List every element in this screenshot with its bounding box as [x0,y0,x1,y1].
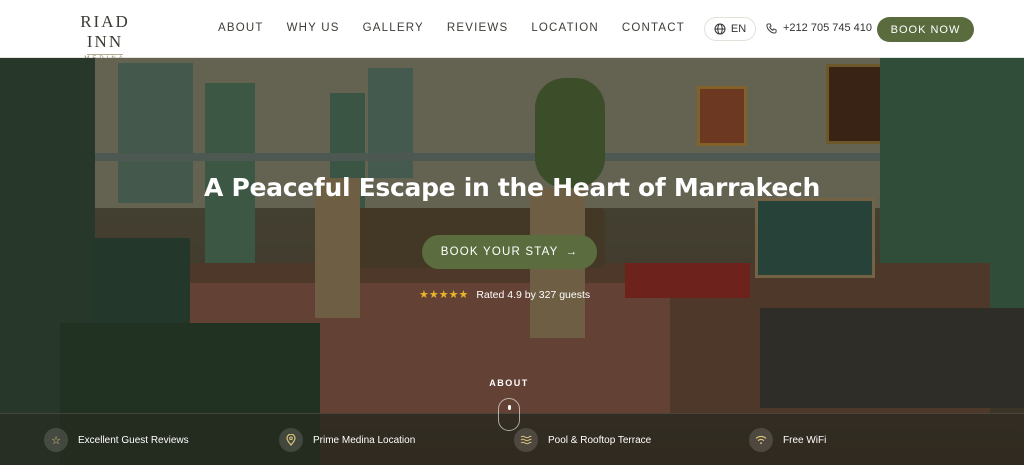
scroll-label[interactable]: ABOUT [0,378,1018,388]
feature-pool-terrace: Pool & Rooftop Terrace [514,428,651,452]
arrow-right-icon: → [565,246,579,258]
scroll-indicator[interactable] [498,398,520,431]
logo-name: RIAD INN [80,12,130,51]
waves-icon [514,428,538,452]
scroll-dot [508,405,511,410]
feature-label: Prime Medina Location [313,434,416,446]
feature-guest-reviews: ☆ Excellent Guest Reviews [44,428,189,452]
nav-item-why-us[interactable]: WHY US [287,22,340,34]
book-now-button[interactable]: BOOK NOW [877,17,974,42]
wifi-icon [749,428,773,452]
rating: ★★★★★ Rated 4.9 by 327 guests [419,288,591,302]
nav-item-contact[interactable]: CONTACT [622,22,685,34]
cta-label: BOOK YOUR STAY [440,246,559,258]
main-nav: ABOUT WHY US GALLERY REVIEWS LOCATION CO… [218,22,708,34]
feature-medina-location: Prime Medina Location [279,428,415,452]
language-switcher[interactable]: EN [704,17,756,41]
feature-free-wifi: Free WiFi [749,428,826,452]
hero-title: A Peaceful Escape in the Heart of Marrak… [204,173,820,202]
logo[interactable]: RIAD INN MEDINA [60,12,150,62]
nav-item-reviews[interactable]: REVIEWS [447,22,508,34]
nav-item-location[interactable]: LOCATION [531,22,599,34]
rating-stars: ★★★★★ [419,289,469,301]
phone-icon [766,22,777,34]
site-header: RIAD INN MEDINA ABOUT WHY US GALLERY REV… [0,0,1024,62]
nav-item-gallery[interactable]: GALLERY [363,22,424,34]
language-code: EN [730,23,747,35]
phone-number: +212 705 745 410 [783,22,873,34]
phone-link[interactable]: +212 705 745 410 [766,22,872,34]
hero-section: A Peaceful Escape in the Heart of Marrak… [0,58,1024,465]
star-icon: ☆ [44,428,68,452]
globe-icon [714,23,726,35]
feature-label: Pool & Rooftop Terrace [548,434,652,446]
feature-label: Free WiFi [783,434,827,446]
feature-label: Excellent Guest Reviews [78,434,189,446]
rating-text: Rated 4.9 by 327 guests [476,288,591,301]
book-your-stay-button[interactable]: BOOK YOUR STAY → [422,235,597,269]
location-pin-icon [279,428,303,452]
logo-divider [87,54,123,55]
nav-item-about[interactable]: ABOUT [218,22,264,34]
